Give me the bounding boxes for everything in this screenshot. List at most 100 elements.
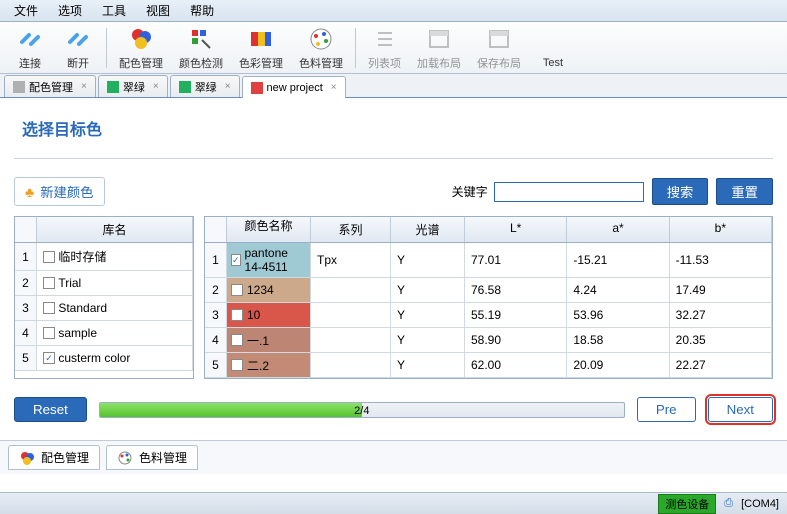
- color-name: 一.1: [247, 332, 269, 349]
- lib-name-cell: Standard: [37, 296, 193, 320]
- checkbox[interactable]: [231, 359, 243, 371]
- row-number: 3: [15, 296, 37, 320]
- menu-file[interactable]: 文件: [4, 0, 48, 22]
- doc-tab[interactable]: 配色管理×: [4, 75, 96, 97]
- doc-tab[interactable]: 翠绿×: [98, 75, 168, 97]
- table-row[interactable]: 1✓pantone 14-4511TpxY77.01-15.21-11.53: [205, 243, 772, 278]
- reset-button[interactable]: Reset: [14, 397, 87, 422]
- keyword-label: 关键字: [452, 183, 488, 200]
- progress-text: 2/4: [354, 403, 369, 418]
- doc-tab[interactable]: 翠绿 ×: [170, 75, 240, 97]
- toolbar-[interactable]: Test: [529, 25, 577, 71]
- toolbar-layout-save[interactable]: 保存布局: [469, 23, 529, 73]
- close-icon[interactable]: ×: [331, 82, 337, 93]
- doc-tab[interactable]: new project×: [242, 76, 346, 98]
- col-l-header: L*: [465, 217, 567, 242]
- device-status: 测色设备: [658, 494, 716, 514]
- close-icon[interactable]: ×: [81, 81, 87, 92]
- color-name-cell: 二.2: [227, 353, 311, 377]
- table-row[interactable]: 5✓ custerm color: [15, 346, 193, 371]
- usb-icon: ⎙: [724, 497, 733, 510]
- new-color-label: 新建颜色: [40, 182, 93, 201]
- l-cell: 58.90: [465, 328, 567, 352]
- table-row[interactable]: 310Y55.1953.9632.27: [205, 303, 772, 328]
- checkbox[interactable]: [43, 302, 55, 314]
- close-icon[interactable]: ×: [225, 81, 231, 92]
- toolbar-label: 列表项: [368, 55, 401, 71]
- layout-save-icon: [485, 25, 513, 53]
- checkbox[interactable]: [231, 334, 243, 346]
- palette-icon: [19, 450, 35, 466]
- search-button[interactable]: 搜索: [652, 178, 709, 205]
- toolbar-separator: [355, 28, 356, 68]
- col-rownum-header: [205, 217, 227, 242]
- toolbar-label: 断开: [67, 55, 89, 71]
- series-cell: [311, 303, 391, 327]
- keyword-input[interactable]: [494, 182, 644, 202]
- bottom-tab-palette[interactable]: 配色管理: [8, 445, 100, 470]
- l-cell: 76.58: [465, 278, 567, 302]
- bottom-tab-label: 配色管理: [41, 449, 89, 466]
- menu-options[interactable]: 选项: [48, 0, 92, 22]
- toolbar-palette[interactable]: 配色管理: [111, 23, 171, 73]
- table-row[interactable]: 3 Standard: [15, 296, 193, 321]
- link-icon: [16, 25, 44, 53]
- toolbar-unlink[interactable]: 断开: [54, 23, 102, 73]
- spectrum-cell: Y: [391, 303, 465, 327]
- checkbox[interactable]: [43, 327, 55, 339]
- progress-bar: 2/4: [99, 402, 625, 418]
- table-row[interactable]: 21234Y76.584.2417.49: [205, 278, 772, 303]
- toolbar-swatch[interactable]: 色彩管理: [231, 23, 291, 73]
- checkbox[interactable]: ✓: [231, 254, 241, 266]
- toolbar-probe[interactable]: 颜色检测: [171, 23, 231, 73]
- new-color-button[interactable]: ♣ 新建颜色: [14, 177, 105, 206]
- a-cell: 20.09: [567, 353, 669, 377]
- lib-name-header: 库名: [37, 217, 193, 242]
- menu-view[interactable]: 视图: [136, 0, 180, 22]
- checkbox[interactable]: [43, 251, 55, 263]
- toolbar-label: 色彩管理: [239, 55, 283, 71]
- color-name-cell: 一.1: [227, 328, 311, 352]
- checkbox[interactable]: [43, 277, 55, 289]
- tab-color-icon: [179, 81, 191, 93]
- document-tabs: 配色管理×翠绿×翠绿×new project×: [0, 74, 787, 98]
- checkbox[interactable]: ✓: [43, 352, 55, 364]
- spectrum-cell: Y: [391, 353, 465, 377]
- checkbox[interactable]: [231, 309, 243, 321]
- table-row[interactable]: 5二.2Y62.0020.0922.27: [205, 353, 772, 378]
- toolbar-label: 连接: [19, 55, 41, 71]
- table-row[interactable]: 4一.1Y58.9018.5820.35: [205, 328, 772, 353]
- table-row[interactable]: 4 sample: [15, 321, 193, 346]
- series-cell: [311, 328, 391, 352]
- next-button[interactable]: Next: [708, 397, 773, 422]
- toolbar-label: 颜色检测: [179, 55, 223, 71]
- bottom-tab-paint[interactable]: 色料管理: [106, 445, 198, 470]
- table-row[interactable]: 2 Trial: [15, 271, 193, 296]
- tab-label: 翠绿: [195, 79, 217, 95]
- menu-tools[interactable]: 工具: [92, 0, 136, 22]
- color-table: 颜色名称 系列 光谱 L* a* b* 1✓pantone 14-4511Tpx…: [204, 216, 773, 379]
- wizard-controls: Reset 2/4 Pre Next: [14, 397, 773, 422]
- toolbar-paint[interactable]: 色料管理: [291, 23, 351, 73]
- row-number: 4: [15, 321, 37, 345]
- col-name-header: 颜色名称: [227, 217, 311, 242]
- menu-help[interactable]: 帮助: [180, 0, 224, 22]
- toolbar-list[interactable]: 列表项: [360, 23, 409, 73]
- close-icon[interactable]: ×: [153, 81, 159, 92]
- lib-name-cell: sample: [37, 321, 193, 345]
- table-row[interactable]: 1 临时存储: [15, 243, 193, 271]
- toolbar-link[interactable]: 连接: [6, 23, 54, 73]
- checkbox[interactable]: [231, 284, 243, 296]
- toolbar-label: 色料管理: [299, 55, 343, 71]
- prev-button[interactable]: Pre: [637, 397, 696, 422]
- row-number: 5: [15, 346, 37, 370]
- b-cell: 32.27: [670, 303, 772, 327]
- spectrum-cell: Y: [391, 243, 465, 277]
- color-name-cell: 1234: [227, 278, 311, 302]
- toolbar-layout-load[interactable]: 加载布局: [409, 23, 469, 73]
- l-cell: 62.00: [465, 353, 567, 377]
- reset-filter-button[interactable]: 重置: [716, 178, 773, 205]
- status-bar: 测色设备 ⎙ [COM4]: [0, 492, 787, 514]
- a-cell: 53.96: [567, 303, 669, 327]
- port-label: [COM4]: [741, 498, 779, 510]
